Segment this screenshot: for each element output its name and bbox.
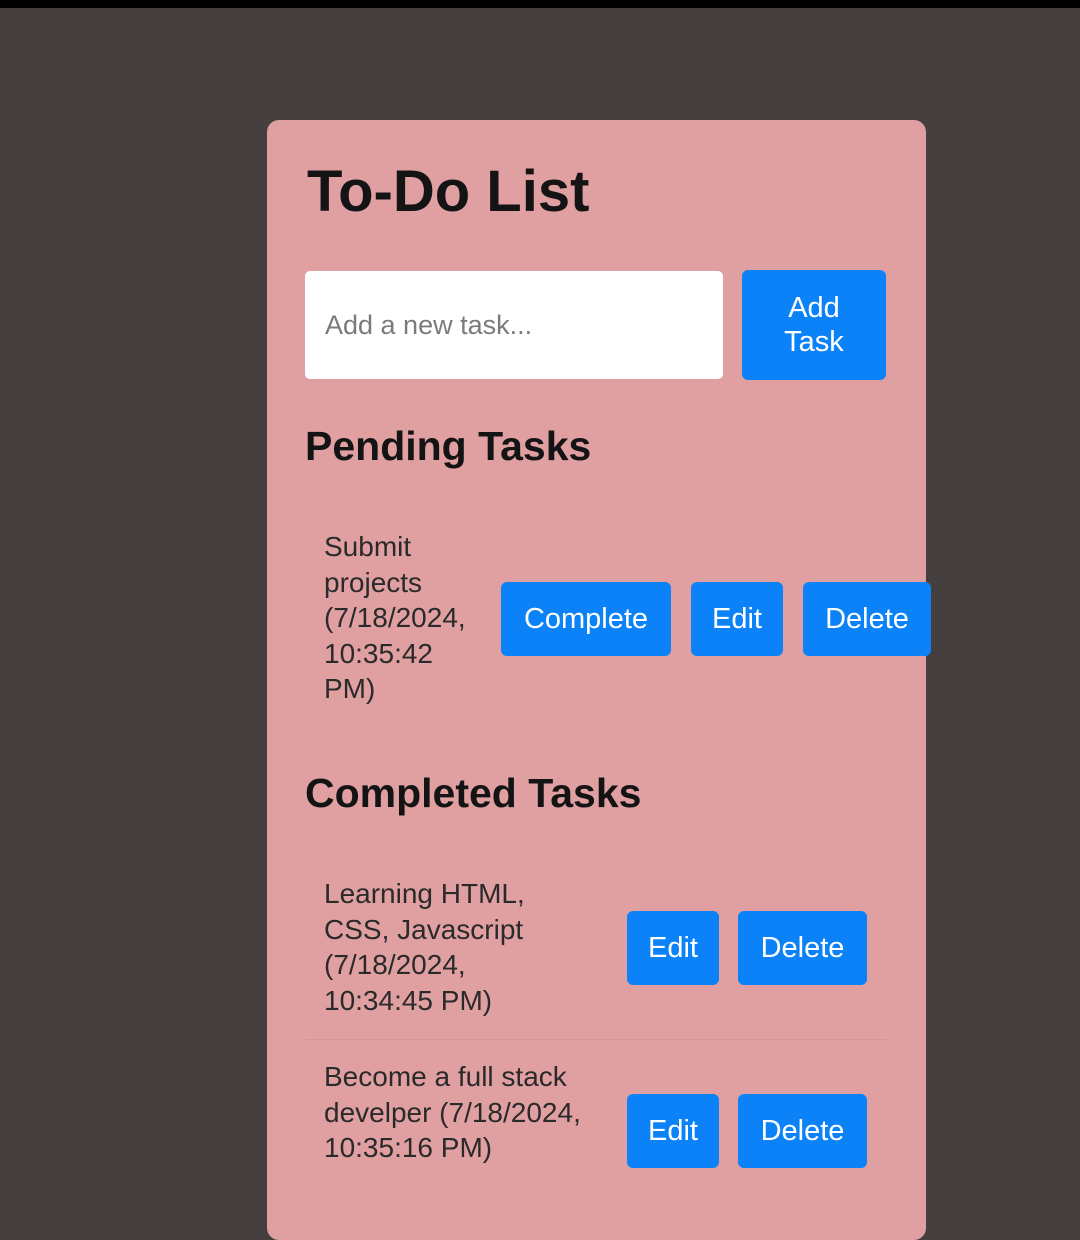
new-task-input[interactable]	[305, 271, 723, 379]
top-bar	[0, 0, 1080, 8]
page-title: To-Do List	[307, 159, 590, 224]
delete-task-button[interactable]: Delete	[803, 582, 931, 656]
delete-task-button[interactable]: Delete	[738, 911, 867, 985]
completed-task-text: Become a full stack develper (7/18/2024,…	[324, 1061, 581, 1163]
pending-tasks-heading: Pending Tasks	[305, 423, 592, 469]
edit-task-button[interactable]: Edit	[627, 911, 719, 985]
completed-task-text: Learning HTML, CSS, Javascript (7/18/202…	[324, 878, 525, 1016]
completed-tasks-heading: Completed Tasks	[305, 770, 642, 816]
edit-task-button[interactable]: Edit	[691, 582, 783, 656]
edit-task-button[interactable]: Edit	[627, 1094, 719, 1168]
task-divider	[305, 1039, 887, 1040]
add-task-button[interactable]: Add Task	[742, 270, 886, 380]
pending-task-text: Submit projects (7/18/2024, 10:35:42 PM)	[324, 531, 466, 704]
delete-task-button[interactable]: Delete	[738, 1094, 867, 1168]
complete-task-button[interactable]: Complete	[501, 582, 671, 656]
